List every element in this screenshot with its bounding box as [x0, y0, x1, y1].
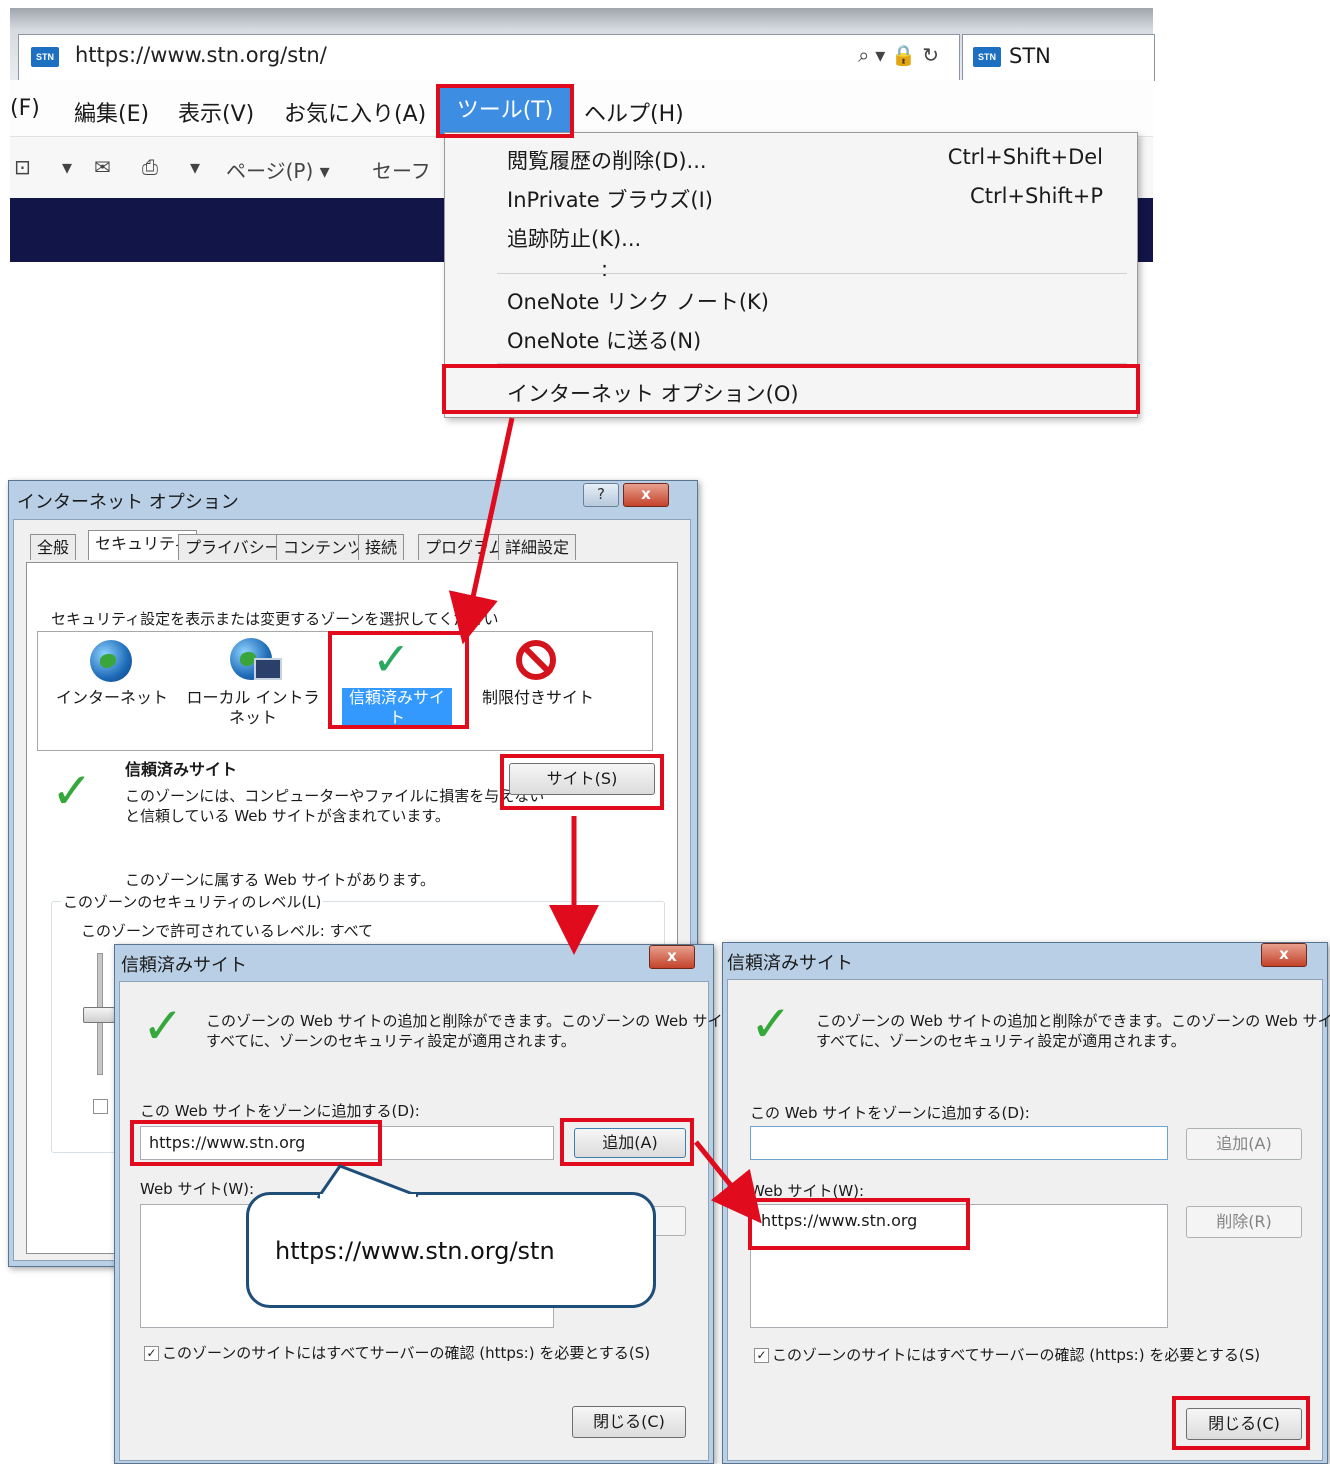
arrow-to-result [694, 1140, 762, 1224]
arrow-to-trusted-zone [448, 417, 515, 645]
flow-arrows [448, 417, 762, 1224]
